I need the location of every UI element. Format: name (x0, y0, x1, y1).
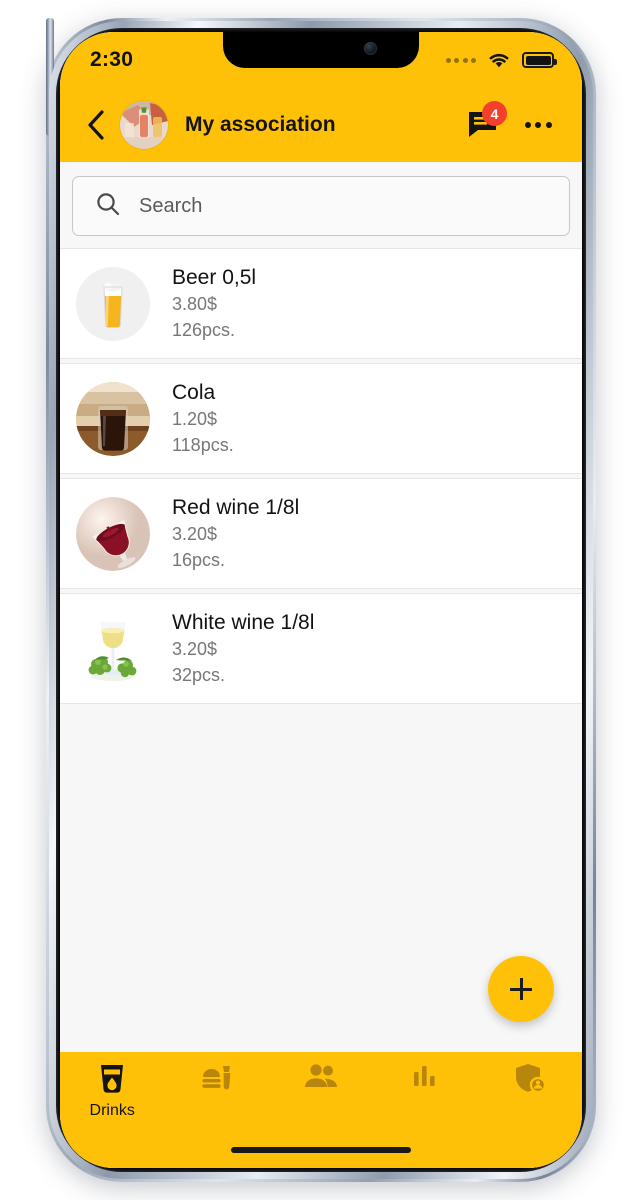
search-section (60, 162, 582, 248)
app-bar: My association 4 (60, 88, 582, 162)
item-info: White wine 1/8l 3.20$ 32pcs. (172, 610, 314, 687)
item-price: 3.80$ (172, 294, 218, 315)
content-area: Beer 0,5l 3.80$ 126pcs. (60, 162, 582, 1052)
more-options-icon[interactable] (518, 103, 558, 147)
item-name: Cola (172, 381, 216, 405)
people-icon (303, 1062, 339, 1097)
item-info: Cola 1.20$ 118pcs. (172, 380, 234, 457)
chat-badge: 4 (482, 101, 507, 126)
status-bar: 2:30 (60, 32, 582, 88)
home-indicator-area (60, 1132, 582, 1168)
app-root: 2:30 My association 4 Search Beer 0,5l 3… (60, 32, 582, 1168)
screenshot-stage: 2:30 My association 4 Search Beer 0,5l 3… (0, 0, 642, 1200)
nav-item-food[interactable] (164, 1062, 268, 1102)
status-time: 2:30 (90, 48, 134, 71)
avatar[interactable] (120, 101, 168, 149)
table-row[interactable]: Red wine 1/8l 3.20$ 16pcs. (60, 478, 582, 590)
page-title: My association (185, 113, 336, 136)
drinks-list: Beer 0,5l 3.80$ 126pcs. Cola 1.20$ 118pc… (60, 248, 582, 1052)
search-bar[interactable] (72, 176, 570, 236)
beer-glass-image (76, 266, 150, 341)
item-qty: 118pcs. (172, 434, 234, 455)
signal-dots-icon (445, 57, 476, 63)
search-input[interactable] (139, 194, 547, 218)
table-row[interactable]: Beer 0,5l 3.80$ 126pcs. (60, 248, 582, 360)
drink-cup-icon (97, 1062, 127, 1099)
phone-frame: 2:30 My association 4 Search Beer 0,5l 3… (46, 18, 596, 1182)
back-chevron-icon[interactable] (76, 103, 116, 147)
shield-user-icon (514, 1062, 547, 1099)
add-item-fab[interactable] (488, 956, 554, 1022)
item-info: Beer 0,5l 3.80$ 126pcs. (172, 265, 256, 342)
item-info: Red wine 1/8l 3.20$ 16pcs. (172, 495, 299, 572)
item-qty: 16pcs. (172, 549, 226, 570)
item-price: 1.20$ (172, 409, 218, 430)
search-icon (95, 191, 121, 222)
wifi-icon (487, 51, 511, 69)
table-row[interactable]: White wine 1/8l 3.20$ 32pcs. (60, 593, 582, 705)
front-camera-icon (364, 42, 377, 55)
item-price: 3.20$ (172, 639, 218, 660)
chat-button[interactable]: 4 (462, 101, 507, 147)
item-name: White wine 1/8l (172, 611, 315, 635)
top-bar: 2:30 My association 4 (60, 32, 582, 162)
nav-item-admin[interactable] (478, 1062, 582, 1102)
item-qty: 32pcs. (172, 664, 226, 685)
item-name: Beer 0,5l (172, 266, 257, 289)
display-notch (223, 32, 419, 68)
nav-label-drinks: Drinks (89, 1102, 135, 1119)
item-price: 3.20$ (172, 524, 218, 545)
nav-item-people[interactable] (269, 1062, 373, 1100)
battery-full-icon (522, 52, 557, 68)
nav-item-stats[interactable] (373, 1062, 477, 1098)
bar-chart-icon (411, 1062, 439, 1095)
status-indicators (445, 51, 557, 69)
table-row[interactable]: Cola 1.20$ 118pcs. (60, 363, 582, 475)
home-indicator[interactable] (231, 1147, 411, 1153)
item-qty: 126pcs. (172, 319, 236, 340)
nav-item-drinks[interactable]: Drinks (60, 1062, 164, 1120)
fast-food-icon (200, 1062, 234, 1099)
phone-screen: 2:30 My association 4 Search Beer 0,5l 3… (60, 32, 582, 1168)
cola-glass-image (76, 381, 150, 456)
red-wine-glass-image (76, 496, 150, 571)
bottom-navigation: Drinks (60, 1052, 582, 1132)
white-wine-glass-image (76, 612, 150, 686)
item-name: Red wine 1/8l (172, 496, 300, 520)
